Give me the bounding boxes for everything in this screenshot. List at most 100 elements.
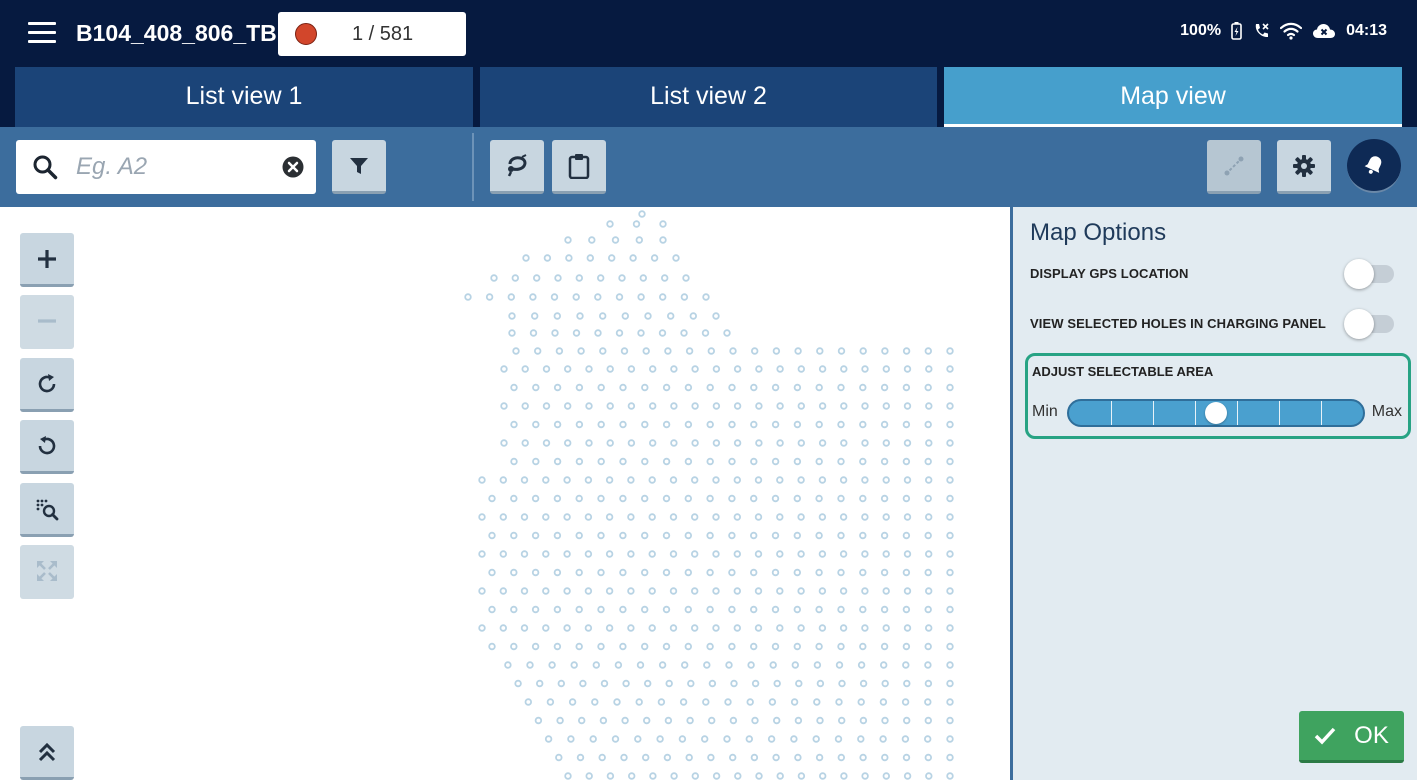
blast-hole[interactable] xyxy=(514,679,522,688)
blast-hole[interactable] xyxy=(708,679,717,688)
blast-hole[interactable] xyxy=(597,383,605,392)
blast-hole[interactable] xyxy=(901,735,910,743)
blast-hole[interactable] xyxy=(751,716,759,725)
blast-hole[interactable] xyxy=(946,753,954,762)
blast-hole[interactable] xyxy=(728,531,736,540)
blast-hole[interactable] xyxy=(733,550,741,558)
blast-hole[interactable] xyxy=(606,220,614,228)
blast-hole[interactable] xyxy=(639,274,647,282)
blast-hole[interactable] xyxy=(563,476,571,484)
blast-hole[interactable] xyxy=(946,605,954,614)
blast-hole[interactable] xyxy=(658,661,667,669)
blast-hole[interactable] xyxy=(859,642,867,651)
blast-hole[interactable] xyxy=(672,254,680,262)
blast-hole[interactable] xyxy=(859,347,867,355)
blast-hole[interactable] xyxy=(499,476,507,484)
blast-hole[interactable] xyxy=(691,772,699,780)
blast-hole[interactable] xyxy=(733,476,741,484)
blast-hole[interactable] xyxy=(664,347,672,355)
blast-hole[interactable] xyxy=(793,457,802,466)
blast-hole[interactable] xyxy=(585,439,593,447)
blast-hole[interactable] xyxy=(680,293,689,301)
blast-hole[interactable] xyxy=(924,457,932,466)
blast-hole[interactable] xyxy=(707,753,715,762)
blast-hole[interactable] xyxy=(597,531,605,540)
blast-hole[interactable] xyxy=(903,402,912,410)
blast-hole[interactable] xyxy=(729,347,737,355)
blast-hole[interactable] xyxy=(584,476,593,484)
blast-hole[interactable] xyxy=(521,402,529,410)
blast-hole[interactable] xyxy=(662,457,671,466)
blast-hole[interactable] xyxy=(669,476,678,484)
blast-hole[interactable] xyxy=(510,383,518,392)
blast-hole[interactable] xyxy=(619,457,627,466)
blast-hole[interactable] xyxy=(500,402,508,410)
tab-list-view-2[interactable]: List view 2 xyxy=(480,67,937,127)
blast-hole[interactable] xyxy=(706,494,714,503)
blast-hole[interactable] xyxy=(733,513,741,521)
blast-hole[interactable] xyxy=(490,274,498,282)
blast-hole[interactable] xyxy=(728,383,736,392)
blast-hole[interactable] xyxy=(795,679,803,688)
blast-hole[interactable] xyxy=(575,457,584,466)
blast-hole[interactable] xyxy=(572,293,580,301)
blast-hole[interactable] xyxy=(706,642,714,651)
blast-hole[interactable] xyxy=(755,772,763,780)
blast-hole[interactable] xyxy=(529,329,538,337)
blast-hole[interactable] xyxy=(532,420,540,429)
fit-to-screen-button[interactable] xyxy=(20,545,74,599)
blast-hole[interactable] xyxy=(924,661,932,669)
blast-hole[interactable] xyxy=(771,383,780,392)
blast-hole[interactable] xyxy=(531,568,540,577)
blast-hole[interactable] xyxy=(751,679,760,688)
blast-hole[interactable] xyxy=(586,254,594,262)
blast-hole[interactable] xyxy=(684,420,693,429)
blast-hole[interactable] xyxy=(861,365,869,373)
blast-hole[interactable] xyxy=(924,420,932,429)
blast-hole[interactable] xyxy=(772,347,781,355)
blast-hole[interactable] xyxy=(859,753,867,762)
blast-hole[interactable] xyxy=(564,365,572,373)
blast-hole[interactable] xyxy=(925,402,933,410)
blast-hole[interactable] xyxy=(712,312,720,320)
blast-hole[interactable] xyxy=(859,420,867,429)
blast-hole[interactable] xyxy=(575,274,583,282)
blast-hole[interactable] xyxy=(510,494,518,503)
blast-hole[interactable] xyxy=(685,753,693,762)
blast-hole[interactable] xyxy=(946,531,954,540)
blast-hole[interactable] xyxy=(632,220,641,228)
blast-hole[interactable] xyxy=(564,439,572,447)
blast-hole[interactable] xyxy=(839,476,848,484)
blast-hole[interactable] xyxy=(531,642,540,651)
blast-hole[interactable] xyxy=(837,531,845,540)
expand-panel-button[interactable] xyxy=(20,726,74,780)
blast-hole[interactable] xyxy=(605,550,614,558)
blast-hole[interactable] xyxy=(599,716,608,725)
blast-hole[interactable] xyxy=(859,679,868,688)
blast-hole[interactable] xyxy=(542,550,550,558)
blast-hole[interactable] xyxy=(882,365,890,373)
clipboard-button[interactable] xyxy=(552,140,606,194)
blast-hole[interactable] xyxy=(701,329,710,337)
blast-hole[interactable] xyxy=(840,439,848,447)
blast-hole[interactable] xyxy=(680,329,688,337)
blast-hole[interactable] xyxy=(768,698,777,706)
blast-hole[interactable] xyxy=(555,347,564,355)
blast-hole[interactable] xyxy=(575,494,583,503)
blast-hole[interactable] xyxy=(485,293,494,301)
blast-hole[interactable] xyxy=(925,772,933,780)
blast-hole[interactable] xyxy=(750,383,758,392)
ok-button[interactable]: OK xyxy=(1299,711,1404,763)
blast-hole[interactable] xyxy=(641,420,649,429)
blast-hole[interactable] xyxy=(859,605,867,614)
blast-hole[interactable] xyxy=(478,476,486,484)
blast-hole[interactable] xyxy=(576,753,585,762)
blast-hole[interactable] xyxy=(563,550,571,558)
blast-hole[interactable] xyxy=(793,568,801,577)
blast-hole[interactable] xyxy=(902,494,911,503)
blast-hole[interactable] xyxy=(589,735,597,743)
blast-hole[interactable] xyxy=(542,439,551,447)
blast-hole[interactable] xyxy=(813,698,821,706)
blast-hole[interactable] xyxy=(754,550,763,558)
blast-hole[interactable] xyxy=(925,365,933,373)
